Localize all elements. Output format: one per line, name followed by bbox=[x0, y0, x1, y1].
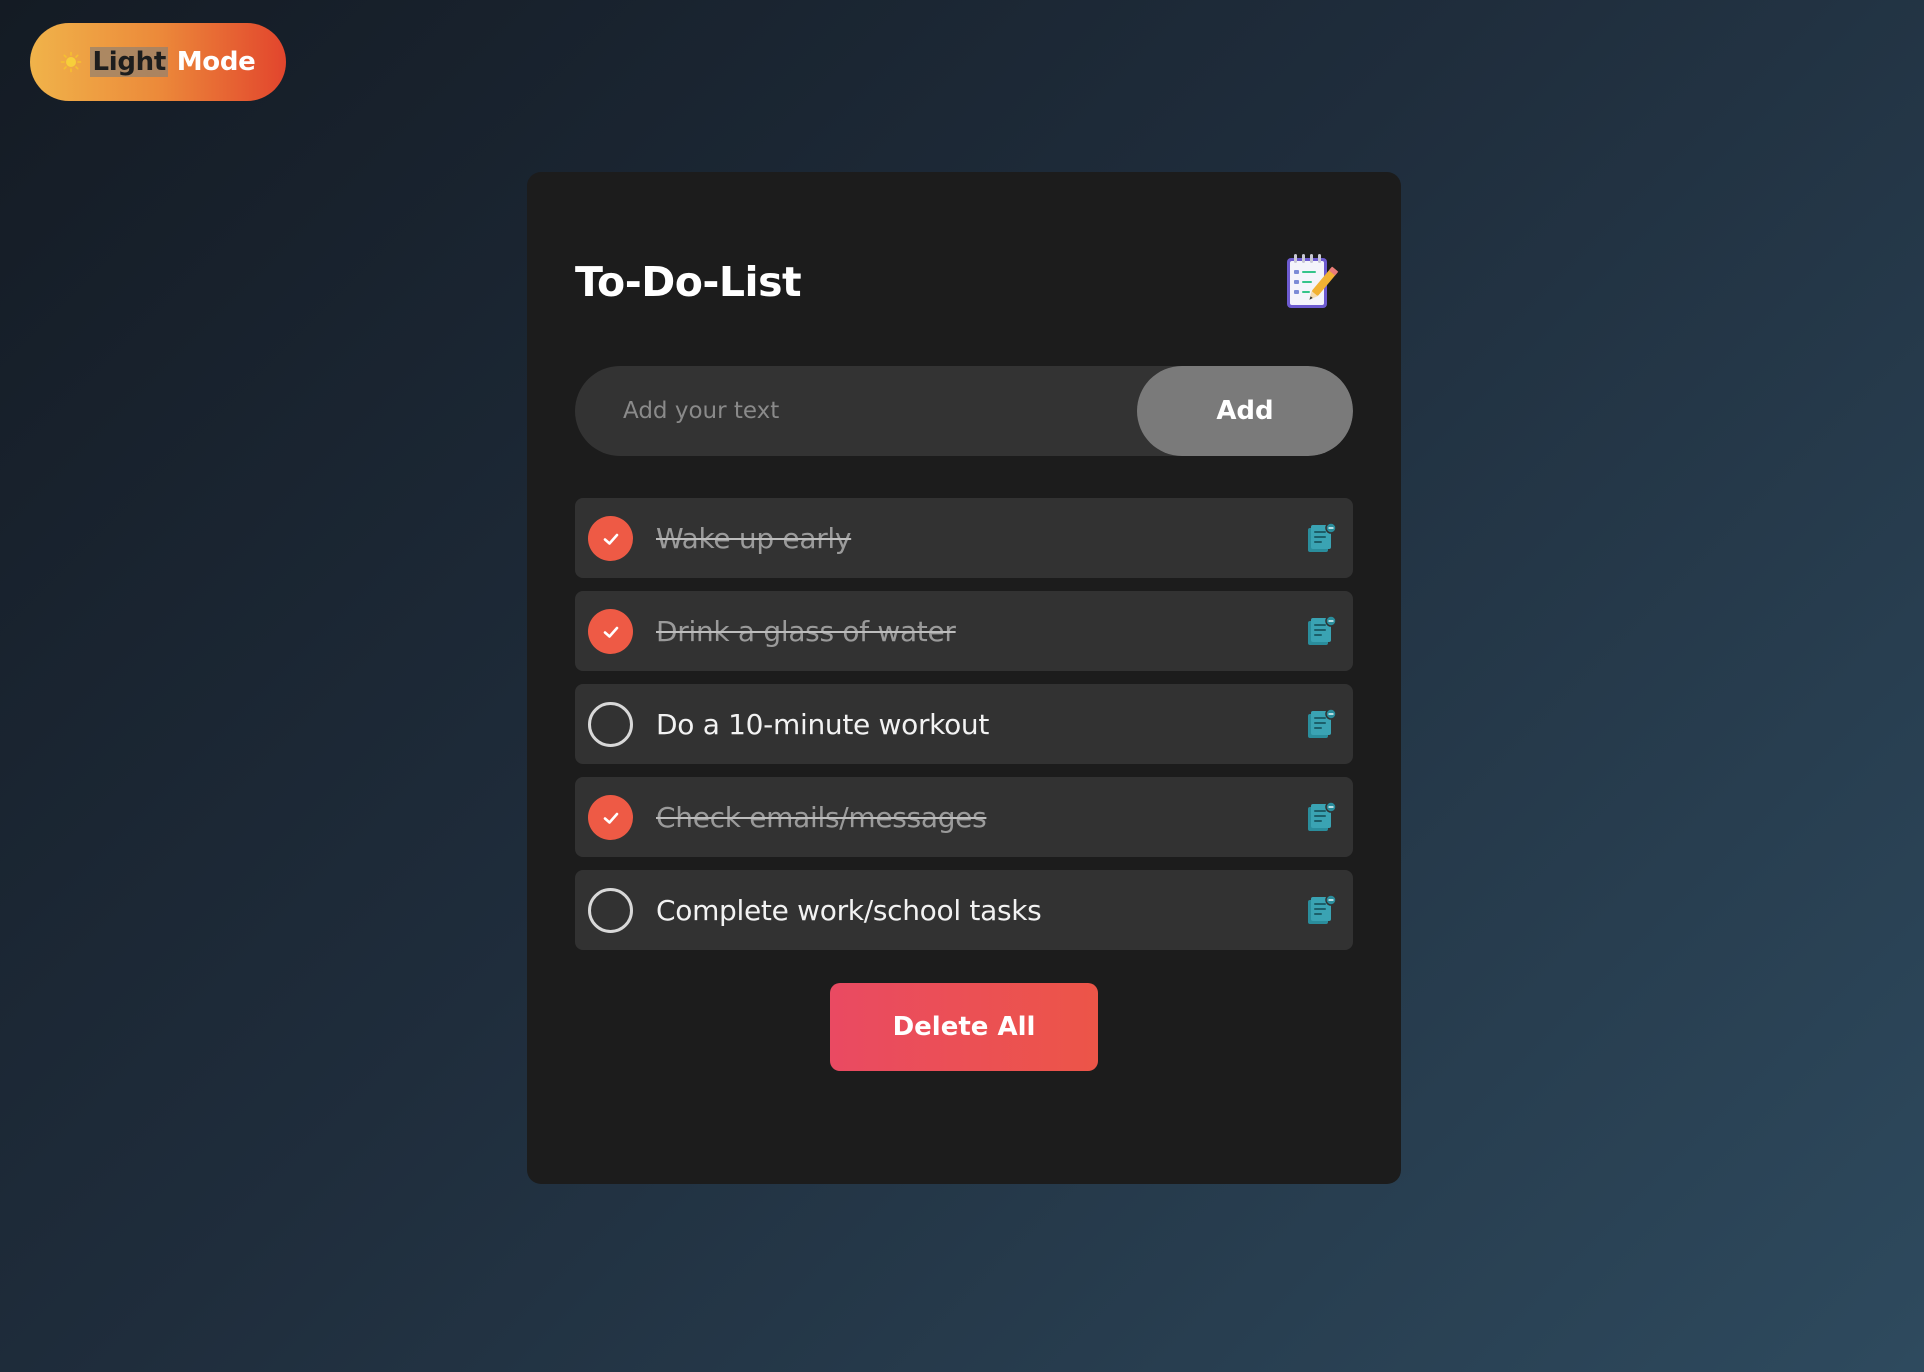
task-text: Complete work/school tasks bbox=[656, 893, 1042, 927]
task-input[interactable] bbox=[575, 366, 1135, 456]
theme-toggle-button[interactable]: Light Mode bbox=[30, 23, 286, 101]
task-item[interactable]: Wake up early bbox=[575, 498, 1353, 578]
task-item[interactable]: Complete work/school tasks bbox=[575, 870, 1353, 950]
delete-note-icon[interactable] bbox=[1305, 522, 1337, 554]
task-item[interactable]: Do a 10-minute workout bbox=[575, 684, 1353, 764]
unchecked-checkbox[interactable] bbox=[588, 702, 633, 747]
theme-toggle-label-selected: Light bbox=[90, 47, 168, 77]
checked-checkbox[interactable] bbox=[588, 516, 633, 561]
delete-note-icon[interactable] bbox=[1305, 801, 1337, 833]
add-button[interactable]: Add bbox=[1137, 366, 1353, 456]
notepad-icon bbox=[1277, 250, 1341, 314]
unchecked-checkbox[interactable] bbox=[588, 888, 633, 933]
checked-checkbox[interactable] bbox=[588, 795, 633, 840]
task-list: Wake up early Drink a glass of water Do a … bbox=[575, 498, 1353, 963]
delete-all-button[interactable]: Delete All bbox=[830, 983, 1098, 1071]
checkmark-icon bbox=[601, 808, 621, 828]
delete-note-icon[interactable] bbox=[1305, 708, 1337, 740]
sun-icon bbox=[60, 51, 82, 73]
task-text: Do a 10-minute workout bbox=[656, 707, 990, 741]
checked-checkbox[interactable] bbox=[588, 609, 633, 654]
task-item[interactable]: Check emails/messages bbox=[575, 777, 1353, 857]
theme-toggle-label: Light Mode bbox=[90, 47, 256, 77]
task-item[interactable]: Drink a glass of water bbox=[575, 591, 1353, 671]
task-text: Drink a glass of water bbox=[656, 614, 956, 648]
task-text: Wake up early bbox=[656, 521, 852, 555]
theme-toggle-label-rest: Mode bbox=[167, 47, 256, 77]
task-text: Check emails/messages bbox=[656, 800, 987, 834]
add-task-row: Add bbox=[575, 366, 1353, 456]
card-header: To-Do-List bbox=[575, 242, 1353, 322]
checkmark-icon bbox=[601, 529, 621, 549]
todo-card: To-Do-List Add your text Add Wake up ear… bbox=[527, 172, 1401, 1184]
delete-note-icon[interactable] bbox=[1305, 894, 1337, 926]
delete-note-icon[interactable] bbox=[1305, 615, 1337, 647]
checkmark-icon bbox=[601, 622, 621, 642]
page-title: To-Do-List bbox=[575, 258, 802, 306]
